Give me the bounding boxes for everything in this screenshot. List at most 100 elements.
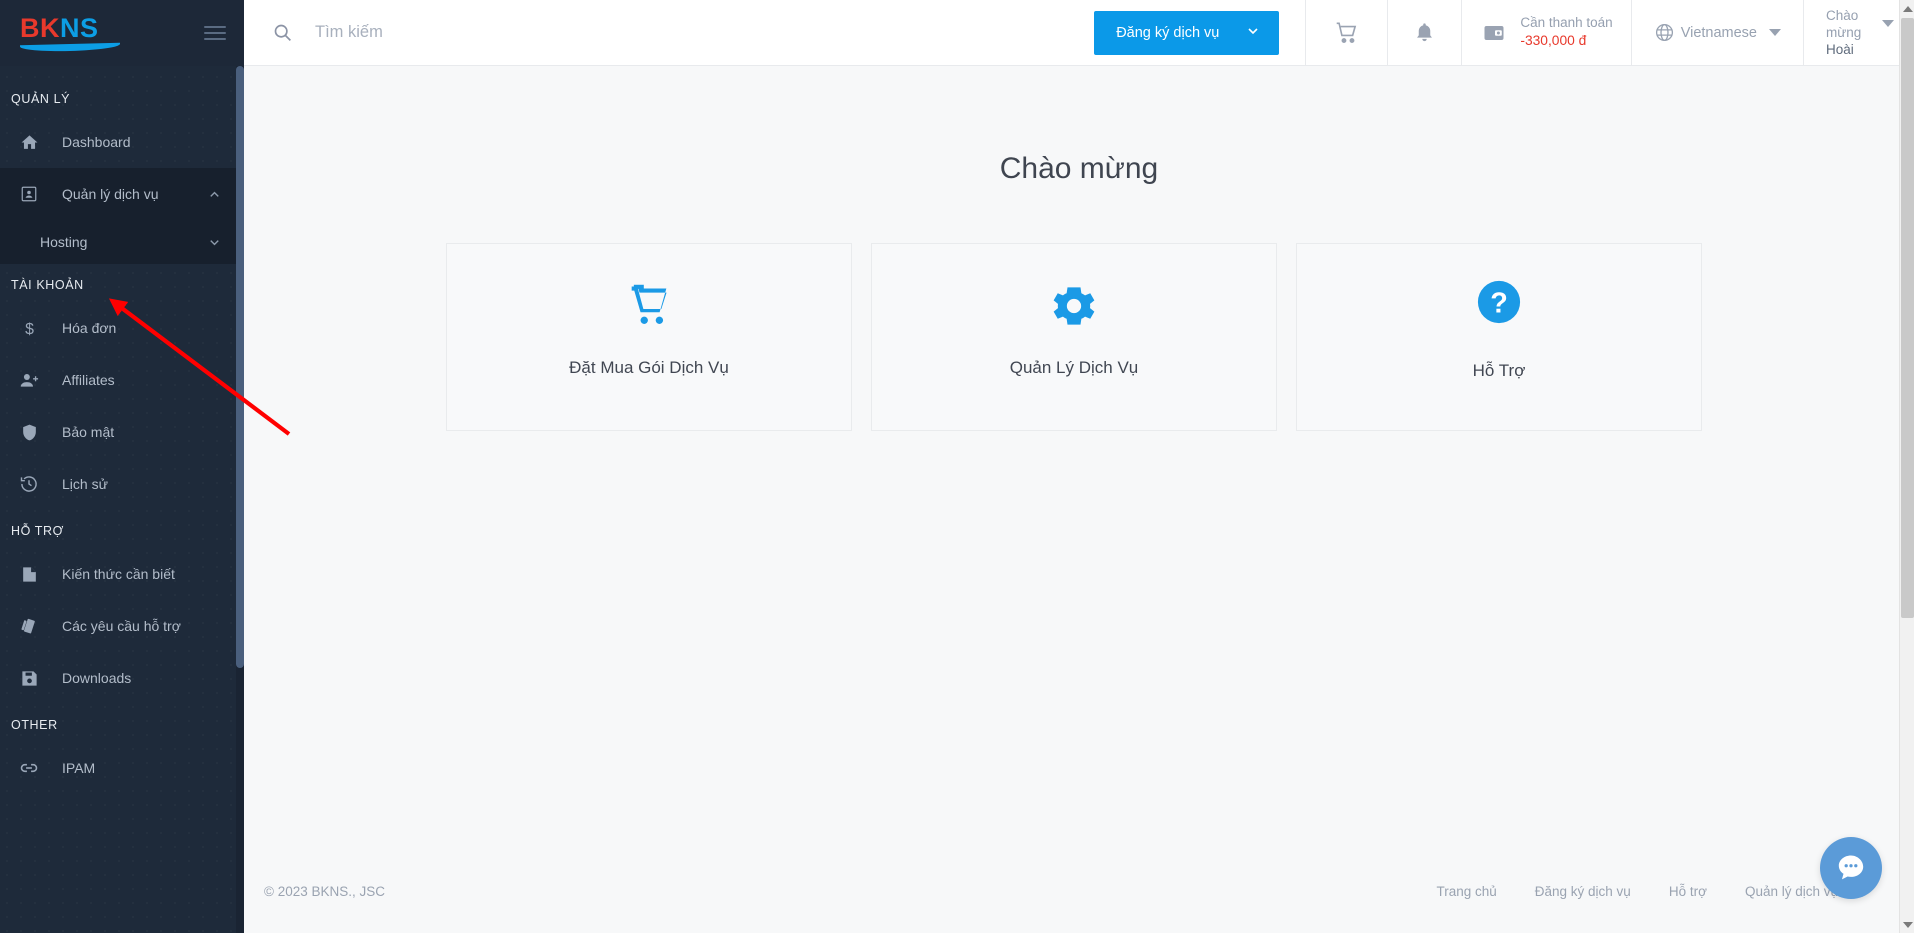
page-scrollbar-track[interactable] [1899, 0, 1914, 933]
document-icon [16, 565, 42, 584]
sidebar-item-label: Các yêu cầu hỗ trợ [62, 618, 181, 634]
sidebar-item-label: Kiến thức cần biết [62, 566, 175, 582]
chat-bubble-icon [1838, 855, 1864, 880]
app-root: BKNS QUẢN LÝ Dashboard Quản lý dịch vụ H… [0, 0, 1914, 933]
sidebar-section-taikhoan: TÀI KHOẢN [11, 278, 84, 292]
card-manage-service[interactable]: Quản Lý Dịch Vụ [871, 243, 1277, 431]
cart-icon [623, 280, 675, 332]
sidebar-item-invoice[interactable]: $ Hóa đơn [0, 302, 244, 354]
chevron-down-icon [1245, 23, 1261, 43]
page-scrollbar-thumb[interactable] [1901, 18, 1914, 618]
caret-down-icon [1769, 29, 1781, 36]
payment-due-button[interactable]: Cần thanh toán -330,000 đ [1461, 0, 1630, 65]
logo-bk-text: BK [20, 13, 60, 43]
chat-support-button[interactable] [1820, 837, 1882, 899]
register-service-button[interactable]: Đăng ký dịch vụ [1094, 10, 1280, 55]
scroll-up-arrow-icon[interactable] [1900, 0, 1914, 17]
sidebar-item-history[interactable]: Lịch sử [0, 458, 244, 510]
page-title: Chào mừng [999, 152, 1159, 185]
hamburger-menu-icon[interactable] [204, 22, 226, 44]
user-menu[interactable]: Chào mừng Hoài [1803, 0, 1914, 65]
person-add-icon [16, 370, 42, 391]
top-header-bar: Đăng ký dịch vụ [244, 0, 1914, 66]
language-selector[interactable]: Vietnamese [1630, 0, 1803, 65]
sidebar-item-label: Dashboard [62, 134, 131, 150]
sidebar-subitem-label: Hosting [40, 234, 88, 250]
sidebar-section-hotro: HỖ TRỢ [11, 524, 64, 538]
sidebar-scrollbar-thumb[interactable] [236, 66, 244, 668]
user-menu-text: Chào mừng Hoài [1826, 7, 1894, 59]
notifications-button[interactable] [1387, 0, 1461, 65]
card-label: Hỗ Trợ [1472, 361, 1526, 380]
sidebar-section-other: OTHER [11, 718, 58, 732]
bkns-logo[interactable]: BKNS [20, 15, 120, 53]
chevron-up-icon [207, 187, 222, 202]
sidebar-item-label: Quản lý dịch vụ [62, 186, 159, 202]
copyright-text: © 2023 BKNS., JSC [264, 883, 385, 899]
cart-button[interactable] [1305, 0, 1387, 65]
svg-text:$: $ [25, 321, 34, 338]
card-label: Quản Lý Dịch Vụ [1009, 358, 1139, 377]
sidebar-item-label: IPAM [62, 760, 96, 776]
scroll-down-arrow-icon[interactable] [1900, 916, 1914, 933]
register-service-label: Đăng ký dịch vụ [1116, 24, 1220, 41]
language-label: Vietnamese [1680, 24, 1757, 41]
sidebar-item-downloads[interactable]: Downloads [0, 652, 244, 704]
svg-text:?: ? [1490, 288, 1508, 320]
footer-link-home[interactable]: Trang chủ [1436, 884, 1496, 899]
sidebar-item-label: Downloads [62, 670, 132, 686]
card-support[interactable]: ? Hỗ Trợ [1296, 243, 1702, 431]
bell-icon [1413, 21, 1436, 44]
card-order-service[interactable]: Đặt Mua Gói Dịch Vụ [446, 243, 852, 431]
sidebar-item-label: Lịch sử [62, 476, 108, 492]
sidebar-section-quanly: QUẢN LÝ [11, 92, 71, 106]
sidebar-nav: QUẢN LÝ Dashboard Quản lý dịch vụ Hostin… [0, 66, 244, 794]
footer-link-support[interactable]: Hỗ trợ [1669, 884, 1707, 899]
chevron-down-icon [207, 235, 222, 250]
wallet-icon [1482, 21, 1506, 45]
sidebar-item-affiliates[interactable]: Affiliates [0, 354, 244, 406]
register-button-container: Đăng ký dịch vụ [1094, 0, 1305, 65]
shield-icon [16, 423, 42, 442]
sidebar-brand-row: BKNS [0, 0, 244, 66]
main-area: Đăng ký dịch vụ [244, 0, 1914, 933]
page-footer: © 2023 BKNS., JSC Trang chủ Đăng ký dịch… [244, 849, 1914, 933]
sidebar-item-knowledge[interactable]: Kiến thức cần biết [0, 548, 244, 600]
search-icon[interactable] [272, 22, 293, 43]
payment-due-amount: -330,000 đ [1520, 33, 1587, 48]
sidebar-item-label: Affiliates [62, 372, 115, 388]
dollar-icon: $ [16, 319, 42, 338]
footer-link-register[interactable]: Đăng ký dịch vụ [1535, 884, 1631, 899]
sidebar-item-service-management[interactable]: Quản lý dịch vụ [0, 168, 244, 220]
user-greeting-row: Chào mừng [1826, 7, 1894, 42]
gear-icon [1048, 280, 1100, 332]
sidebar-item-ipam[interactable]: IPAM [0, 742, 244, 794]
logo-swoosh-icon [20, 42, 120, 53]
card-label: Đặt Mua Gói Dịch Vụ [569, 358, 729, 377]
sidebar-item-label: Bảo mật [62, 424, 115, 440]
search-input[interactable] [315, 23, 735, 42]
tickets-icon [16, 616, 42, 636]
account-box-icon [16, 185, 42, 203]
footer-link-manage[interactable]: Quản lý dịch vụ [1745, 884, 1838, 899]
save-disk-icon [16, 669, 42, 688]
quick-action-cards: Đặt Mua Gói Dịch Vụ Quản Lý Dịch Vụ ? Hỗ… [244, 186, 1914, 431]
link-icon [16, 758, 42, 778]
logo-text: BKNS [20, 15, 99, 42]
sidebar-item-dashboard[interactable]: Dashboard [0, 116, 244, 168]
sidebar-item-security[interactable]: Bảo mật [0, 406, 244, 458]
user-greeting-label: Chào mừng [1826, 7, 1862, 40]
footer-links: Trang chủ Đăng ký dịch vụ Hỗ trợ Quản lý… [1436, 884, 1838, 899]
sidebar: BKNS QUẢN LÝ Dashboard Quản lý dịch vụ H… [0, 0, 244, 933]
sidebar-subitem-hosting[interactable]: Hosting [0, 220, 244, 264]
logo-ns-text: NS [60, 13, 99, 43]
user-name-label: Hoài [1826, 42, 1854, 58]
payment-due-text: Cần thanh toán -330,000 đ [1520, 15, 1612, 50]
home-icon [16, 133, 42, 152]
globe-icon [1654, 22, 1675, 43]
caret-down-icon [1882, 20, 1894, 28]
shopping-cart-icon [1334, 20, 1360, 46]
search-container [244, 0, 1094, 65]
sidebar-item-support-requests[interactable]: Các yêu cầu hỗ trợ [0, 600, 244, 652]
history-icon [16, 474, 42, 494]
